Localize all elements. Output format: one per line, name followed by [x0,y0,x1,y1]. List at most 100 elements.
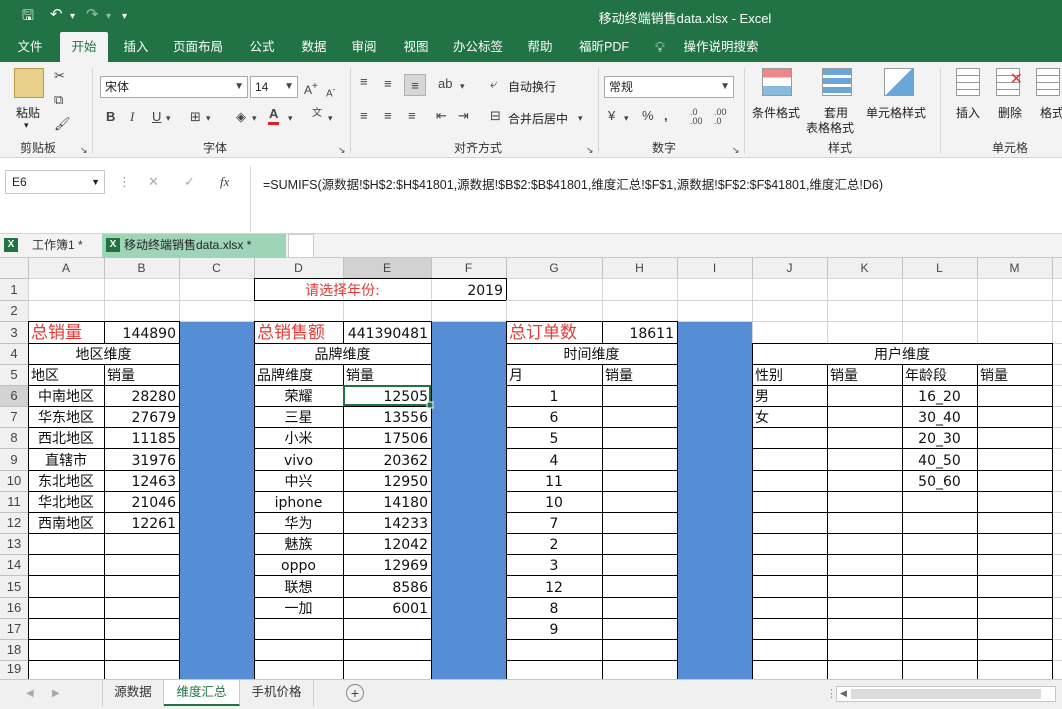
increase-font-icon[interactable]: A+ [304,79,318,98]
row-header-6[interactable]: 6 [10,388,17,403]
cell-L5[interactable]: 年龄段 [905,368,947,384]
font-size-select[interactable]: 14 ▼ [250,76,298,98]
cell-B5[interactable]: 销量 [107,368,135,384]
cell-B3[interactable]: 144890 [123,326,176,342]
cell-L9[interactable]: 40_50 [918,453,961,469]
sheet-tab-phone-price[interactable]: 手机价格 [240,680,314,706]
conditional-format-icon[interactable] [762,68,792,96]
paste-icon[interactable] [14,68,44,98]
row-header-5[interactable]: 5 [10,367,17,382]
cell-G7[interactable]: 6 [550,410,559,426]
conditional-format-button[interactable]: 条件格式 [752,104,800,121]
cell-L7[interactable]: 30_40 [918,410,961,426]
name-box[interactable]: E6 ▼ [5,170,105,194]
cell-D3[interactable]: 总销售额 [257,323,325,343]
italic-icon[interactable]: I [130,109,134,125]
cell-G16[interactable]: 8 [550,601,559,617]
increase-decimal-icon[interactable]: .0.00 [690,108,703,126]
bold-icon[interactable]: B [106,109,115,125]
menu-help[interactable]: 帮助 [518,32,562,62]
wrap-text-icon[interactable]: ⤶ [490,76,497,92]
cell-D11[interactable]: iphone [275,495,323,511]
font-name-select[interactable]: 宋体 ▼ [100,76,248,98]
wrap-text-button[interactable]: 自动换行 [508,78,556,95]
fill-color-dropdown-icon[interactable]: ▾ [252,110,257,126]
redo-dropdown-icon[interactable]: ▾ [106,8,111,26]
menu-home[interactable]: 开始 [60,32,108,62]
row-header-10[interactable]: 10 [7,473,21,488]
cell-E10[interactable]: 12950 [383,474,428,490]
cell-M5[interactable]: 销量 [980,368,1008,384]
row-header-8[interactable]: 8 [10,430,17,445]
scroll-left-icon[interactable]: ◀ [840,688,847,699]
font-launcher-icon[interactable]: ↘ [338,142,346,158]
cell-G4[interactable]: 时间维度 [564,347,620,363]
workbook-tab-2[interactable]: X 移动终端销售data.xlsx * [102,234,286,258]
format-painter-icon[interactable]: 🖌︎ [54,116,71,132]
formula-input[interactable]: =SUMIFS(源数据!$H$2:$H$41801,源数据!$B$2:$B$41… [250,166,1062,232]
horizontal-scrollbar[interactable]: ◀ [836,686,1056,702]
delete-cells-icon[interactable]: ✕ [996,68,1023,96]
cell-G9[interactable]: 4 [550,453,559,469]
format-as-table-button[interactable]: 表格格式 [806,119,854,136]
copy-icon[interactable]: ⧉ [54,92,63,108]
cell-A12[interactable]: 西南地区 [38,516,94,532]
cell-A8[interactable]: 西北地区 [38,431,94,447]
undo-icon[interactable]: ↶ [50,6,63,24]
font-color-icon[interactable]: A [268,106,280,125]
menu-formulas[interactable]: 公式 [240,32,284,62]
cell-B6[interactable]: 28280 [131,389,176,405]
cell-G5[interactable]: 月 [509,368,523,384]
row-header-19[interactable]: 19 [7,661,21,676]
cell-G6[interactable]: 1 [550,389,559,405]
cell-G8[interactable]: 5 [550,431,559,447]
menu-insert[interactable]: 插入 [114,32,158,62]
column-header-B[interactable]: B [137,261,145,275]
menu-office-tab[interactable]: 办公标签 [446,32,510,62]
align-middle-icon[interactable]: ≡ [384,76,392,92]
row-header-16[interactable]: 16 [7,600,21,615]
cell-E16[interactable]: 6001 [392,601,428,617]
cell-L8[interactable]: 20_30 [918,431,961,447]
cell-D14[interactable]: oppo [281,558,316,574]
cell-G15[interactable]: 12 [545,580,563,596]
phonetic-icon[interactable]: 文 [312,106,322,122]
cell-D8[interactable]: 小米 [285,431,313,447]
row-header-3[interactable]: 3 [10,325,17,340]
add-sheet-icon[interactable]: + [346,684,364,702]
redo-icon[interactable]: ↷ [86,6,99,24]
merge-dropdown-icon[interactable]: ▾ [578,110,583,126]
orientation-dropdown-icon[interactable]: ▾ [460,78,465,94]
column-header-E[interactable]: E [383,261,391,275]
sheet-tab-source-data[interactable]: 源数据 [102,680,164,706]
format-cells-icon[interactable] [1036,68,1060,96]
new-workbook-tab[interactable] [288,234,314,258]
format-cells-button[interactable]: 格式 [1040,104,1062,121]
insert-cells-icon[interactable] [956,68,980,96]
column-header-C[interactable]: C [212,261,221,275]
cell-B10[interactable]: 12463 [131,474,176,490]
font-color-dropdown-icon[interactable]: ▾ [288,110,293,126]
comma-style-icon[interactable]: , [664,108,668,124]
row-header-18[interactable]: 18 [7,642,21,657]
cell-J5[interactable]: 性别 [755,368,783,384]
cell-D7[interactable]: 三星 [285,410,313,426]
cell-B11[interactable]: 21046 [131,495,176,511]
cell-E14[interactable]: 12969 [383,558,428,574]
underline-dropdown-icon[interactable]: ▾ [166,110,171,126]
cell-D15[interactable]: 联想 [285,580,313,596]
cell-A10[interactable]: 东北地区 [38,474,94,490]
grid-canvas[interactable]: A B C D E F G H I J K L M123456789101112131415161718… [0,258,1062,679]
scroll-left-icon[interactable]: ◀ [26,686,34,702]
cell-D1[interactable]: 请选择年份: [305,283,380,299]
align-top-icon[interactable]: ≡ [360,74,368,90]
cell-G12[interactable]: 7 [550,516,559,532]
cell-G3[interactable]: 总订单数 [509,323,577,343]
cell-D10[interactable]: 中兴 [285,474,313,490]
clipboard-launcher-icon[interactable]: ↘ [80,142,88,158]
insert-function-icon[interactable]: fx [220,174,229,190]
cell-styles-button[interactable]: 单元格样式 [866,104,926,121]
cell-E13[interactable]: 12042 [383,537,428,553]
enter-icon[interactable]: ✓ [184,174,195,190]
border-dropdown-icon[interactable]: ▾ [206,110,211,126]
